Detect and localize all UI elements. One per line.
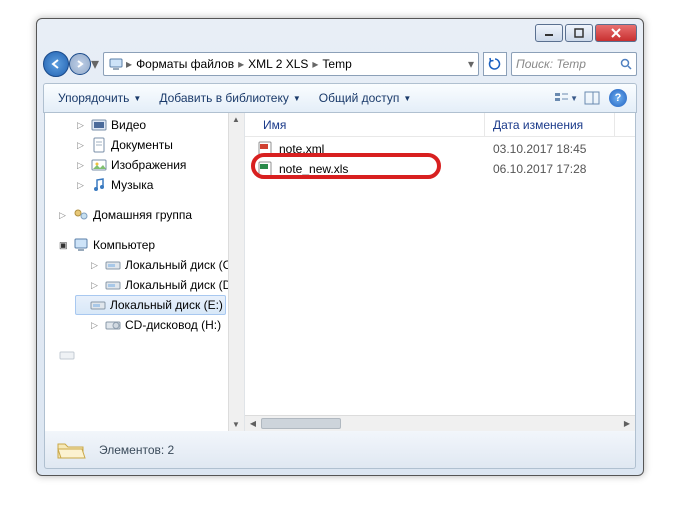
computer-icon bbox=[108, 57, 124, 71]
sidebar-item-documents[interactable]: ▷ Документы bbox=[45, 135, 244, 155]
device-icon bbox=[59, 347, 75, 363]
sidebar-item-music[interactable]: ▷ Музыка bbox=[45, 175, 244, 195]
content-area: ▷ Видео ▷ Документы ▷ Изображения ▷ bbox=[44, 113, 636, 431]
sidebar-item-drive-h[interactable]: ▷ CD-дисковод (H:) bbox=[45, 315, 244, 335]
breadcrumb-dropdown-icon[interactable]: ▾ bbox=[468, 57, 474, 71]
file-name: note_new.xls bbox=[279, 162, 348, 176]
sidebar-item-homegroup[interactable]: ▷ Домашняя группа bbox=[45, 205, 244, 225]
share-button[interactable]: Общий доступ▼ bbox=[311, 87, 420, 109]
expander-icon: ▷ bbox=[91, 260, 101, 271]
column-headers: Имя Дата изменения bbox=[245, 113, 635, 137]
status-bar: Элементов: 2 bbox=[44, 431, 636, 469]
xml-file-icon bbox=[257, 141, 273, 157]
chevron-right-icon: ▸ bbox=[124, 57, 134, 71]
computer-icon bbox=[73, 237, 89, 253]
history-dropdown-icon[interactable]: ▾ bbox=[91, 54, 99, 74]
cd-drive-icon bbox=[105, 317, 121, 333]
sidebar-item-video[interactable]: ▷ Видео bbox=[45, 115, 244, 135]
sidebar-item-drive-e[interactable]: Локальный диск (E:) bbox=[75, 295, 226, 315]
sidebar-item-pictures[interactable]: ▷ Изображения bbox=[45, 155, 244, 175]
file-date: 03.10.2017 18:45 bbox=[493, 142, 623, 156]
documents-library-icon bbox=[91, 137, 107, 153]
organize-button[interactable]: Упорядочить▼ bbox=[50, 87, 149, 109]
expander-icon: ▷ bbox=[91, 320, 101, 331]
sidebar-item-drive-d[interactable]: ▷ Локальный диск (D:) bbox=[45, 275, 244, 295]
maximize-button[interactable] bbox=[565, 24, 593, 42]
expander-icon: ▣ bbox=[59, 240, 69, 251]
preview-pane-button[interactable] bbox=[580, 86, 604, 110]
nav-tree: ▷ Видео ▷ Документы ▷ Изображения ▷ bbox=[45, 113, 245, 431]
search-placeholder: Поиск: Temp bbox=[516, 57, 586, 71]
file-pane: Имя Дата изменения note.xml 03.10.2017 1… bbox=[245, 113, 635, 431]
crumb-2[interactable]: Temp bbox=[320, 57, 353, 71]
chevron-right-icon: ▸ bbox=[310, 57, 320, 71]
crumb-0[interactable]: Форматы файлов bbox=[134, 57, 236, 71]
search-icon bbox=[620, 58, 632, 70]
column-header-name[interactable]: Имя bbox=[255, 113, 485, 136]
chevron-right-icon: ▸ bbox=[236, 57, 246, 71]
close-button[interactable] bbox=[595, 24, 637, 42]
explorer-window: ▾ ▸ Форматы файлов ▸ XML 2 XLS ▸ Temp ▾ … bbox=[36, 18, 644, 476]
scroll-right-icon[interactable]: ▶ bbox=[619, 416, 635, 431]
expander-icon: ▷ bbox=[77, 120, 87, 131]
drive-icon bbox=[105, 277, 121, 293]
add-to-library-button[interactable]: Добавить в библиотеку▼ bbox=[151, 87, 308, 109]
file-row[interactable]: note.xml 03.10.2017 18:45 bbox=[245, 139, 635, 159]
chevron-down-icon: ▼ bbox=[403, 94, 411, 103]
expander-icon: ▷ bbox=[91, 280, 101, 291]
file-name: note.xml bbox=[279, 142, 324, 156]
toolbar: Упорядочить▼ Добавить в библиотеку▼ Общи… bbox=[43, 83, 637, 113]
minimize-button[interactable] bbox=[535, 24, 563, 42]
chevron-down-icon: ▼ bbox=[570, 94, 578, 103]
view-options-button[interactable]: ▼ bbox=[554, 86, 578, 110]
search-input[interactable]: Поиск: Temp bbox=[511, 52, 637, 76]
chevron-down-icon: ▼ bbox=[293, 94, 301, 103]
music-library-icon bbox=[91, 177, 107, 193]
horizontal-scrollbar[interactable]: ◀ ▶ bbox=[245, 415, 635, 431]
help-icon: ? bbox=[609, 89, 627, 107]
homegroup-icon bbox=[73, 207, 89, 223]
help-button[interactable]: ? bbox=[606, 86, 630, 110]
column-header-date[interactable]: Дата изменения bbox=[485, 113, 615, 136]
xls-file-icon bbox=[257, 161, 273, 177]
refresh-button[interactable] bbox=[483, 52, 507, 76]
chevron-down-icon: ▼ bbox=[133, 94, 141, 103]
file-list: note.xml 03.10.2017 18:45 note_new.xls 0… bbox=[245, 137, 635, 181]
sidebar-item-computer[interactable]: ▣ Компьютер bbox=[45, 235, 244, 255]
scroll-left-icon[interactable]: ◀ bbox=[245, 416, 261, 431]
sidebar-item-unknown[interactable] bbox=[45, 345, 244, 365]
forward-button[interactable] bbox=[69, 53, 91, 75]
back-button[interactable] bbox=[43, 51, 69, 77]
titlebar bbox=[37, 19, 643, 47]
drive-icon bbox=[90, 297, 106, 313]
breadcrumb[interactable]: ▸ Форматы файлов ▸ XML 2 XLS ▸ Temp ▾ bbox=[103, 52, 479, 76]
expander-icon: ▷ bbox=[77, 160, 87, 171]
expander-icon: ▷ bbox=[59, 210, 69, 221]
crumb-1[interactable]: XML 2 XLS bbox=[246, 57, 310, 71]
file-date: 06.10.2017 17:28 bbox=[493, 162, 623, 176]
navbar: ▾ ▸ Форматы файлов ▸ XML 2 XLS ▸ Temp ▾ … bbox=[43, 47, 637, 81]
drive-icon bbox=[105, 257, 121, 273]
expander-icon: ▷ bbox=[77, 180, 87, 191]
expander-icon: ▷ bbox=[77, 140, 87, 151]
folder-open-icon bbox=[55, 438, 87, 462]
scroll-thumb[interactable] bbox=[261, 418, 341, 429]
sidebar-item-drive-c[interactable]: ▷ Локальный диск (C:) bbox=[45, 255, 244, 275]
status-text: Элементов: 2 bbox=[99, 443, 174, 457]
sidebar-scrollbar[interactable] bbox=[228, 113, 244, 431]
video-library-icon bbox=[91, 117, 107, 133]
pictures-library-icon bbox=[91, 157, 107, 173]
nav-arrows: ▾ bbox=[43, 51, 99, 77]
file-row[interactable]: note_new.xls 06.10.2017 17:28 bbox=[245, 159, 635, 179]
